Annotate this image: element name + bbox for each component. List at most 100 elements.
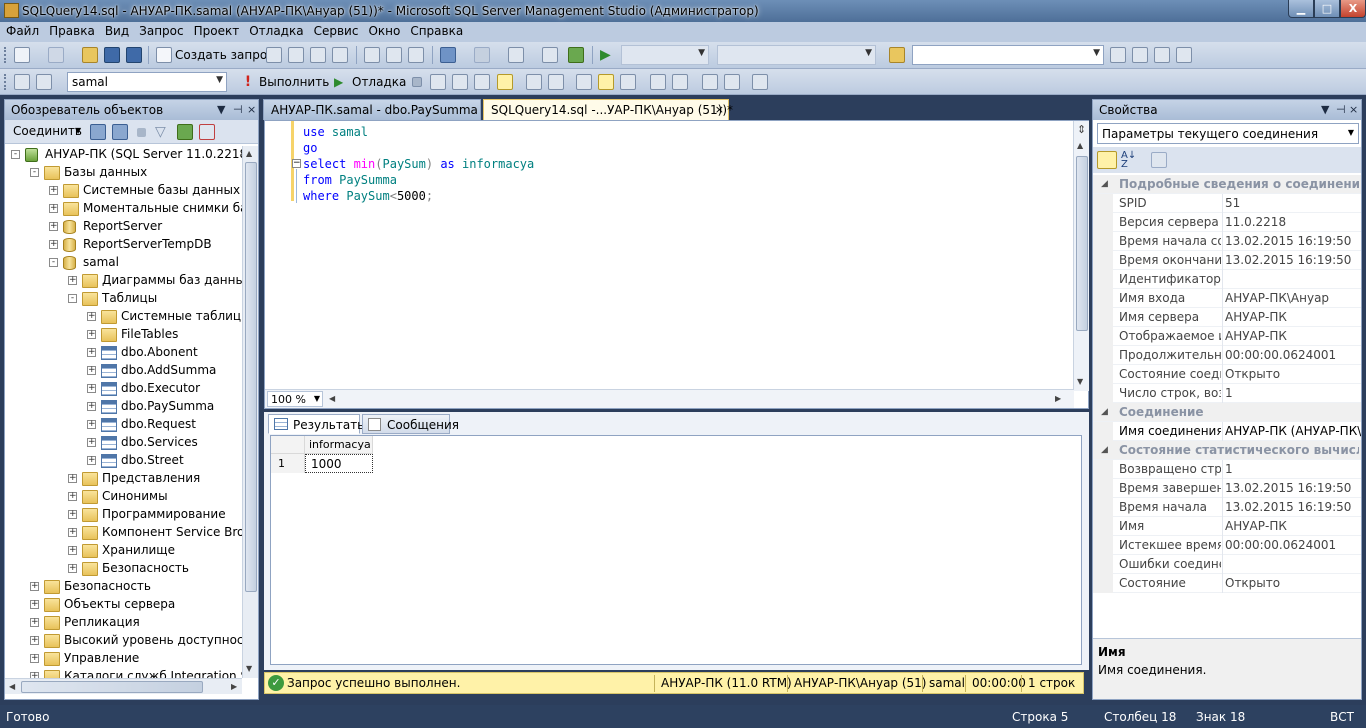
property-row[interactable]: Состояние соединения Открыто <box>1093 365 1361 384</box>
tree-node[interactable]: + Безопасность <box>5 578 243 596</box>
tree-node[interactable]: + Системные базы данных <box>5 182 243 200</box>
new-query-icon[interactable] <box>156 47 172 63</box>
property-row[interactable]: Отображаемое имя АНУАР-ПК <box>1093 327 1361 346</box>
alphabetical-icon[interactable]: A↓ Z <box>1121 151 1139 170</box>
code-line[interactable]: use samal <box>303 125 368 139</box>
menu-edit[interactable]: Правка <box>43 22 99 38</box>
connect-dropdown[interactable]: Соединить <box>13 124 82 138</box>
tree-node[interactable]: + dbo.Street <box>5 452 243 470</box>
find-combo[interactable]: ▼ <box>912 45 1104 65</box>
comment-icon[interactable] <box>650 74 666 90</box>
expand-icon[interactable]: + <box>49 222 58 231</box>
tree-node[interactable]: + Репликация <box>5 614 243 632</box>
save-icon[interactable] <box>104 47 120 63</box>
tree-node[interactable]: + dbo.Abonent <box>5 344 243 362</box>
tree-vertical-scrollbar[interactable]: ▲ ▼ <box>242 146 258 678</box>
expand-icon[interactable]: + <box>87 366 96 375</box>
tree-node[interactable]: - Базы данных <box>5 164 243 182</box>
maximize-button[interactable]: □ <box>1314 0 1340 18</box>
tree-node[interactable]: + Программирование <box>5 506 243 524</box>
report-icon[interactable] <box>568 47 584 63</box>
close-button[interactable]: X <box>1340 0 1366 18</box>
property-row[interactable]: Имя входа АНУАР-ПК\Ануар <box>1093 289 1361 308</box>
client-stats-icon[interactable] <box>548 74 564 90</box>
tree-node[interactable]: + dbo.AddSumma <box>5 362 243 380</box>
categorized-icon[interactable] <box>1097 151 1117 169</box>
collapse-icon[interactable]: - <box>11 150 20 159</box>
property-category[interactable]: ◢ Состояние статистического вычисления <box>1093 441 1361 460</box>
expand-icon[interactable]: + <box>87 438 96 447</box>
property-row[interactable]: Продолжительность 00:00:00.0624001 <box>1093 346 1361 365</box>
tree-scroll-thumb[interactable] <box>245 162 257 592</box>
undo-icon[interactable] <box>440 47 456 63</box>
minimize-button[interactable]: ▁ <box>1288 0 1314 18</box>
query-editor[interactable]: − use samal go select min(PaySum) as infor… <box>264 120 1089 409</box>
cancel-query-icon[interactable] <box>412 77 422 87</box>
menu-tools[interactable]: Сервис <box>308 22 363 38</box>
expand-icon[interactable]: + <box>68 276 77 285</box>
property-row[interactable]: Время окончания 13.02.2015 16:19:50 <box>1093 251 1361 270</box>
tree-node[interactable]: + dbo.Request <box>5 416 243 434</box>
tree-hscroll-thumb[interactable] <box>21 681 203 693</box>
menu-file[interactable]: Файл <box>0 22 43 38</box>
property-row[interactable]: Ошибки соединения <box>1093 555 1361 574</box>
save-all-icon[interactable] <box>126 47 142 63</box>
property-row[interactable]: Время начала соединения 13.02.2015 16:19:… <box>1093 232 1361 251</box>
code-line[interactable]: from PaySumma <box>303 173 397 187</box>
panel-dropdown-icon[interactable]: ▼ <box>217 103 225 116</box>
registered-servers-icon[interactable] <box>1110 47 1126 63</box>
property-row[interactable]: Состояние Открыто <box>1093 574 1361 593</box>
connect-object-explorer-icon[interactable] <box>90 124 106 140</box>
editor-scroll-thumb[interactable] <box>1076 156 1088 331</box>
property-category[interactable]: ◢ Соединение <box>1093 403 1361 422</box>
toolbar-grip[interactable] <box>4 74 7 90</box>
row-number[interactable]: 1 <box>271 454 305 473</box>
results-grid[interactable]: informacya 1 1000 <box>270 435 1082 665</box>
expand-icon[interactable]: + <box>68 528 77 537</box>
redo-icon[interactable] <box>474 47 490 63</box>
property-row[interactable]: Истекшее время 00:00:00.0624001 <box>1093 536 1361 555</box>
solution-config-select[interactable]: ▼ <box>621 45 709 65</box>
refresh-icon[interactable] <box>177 124 193 140</box>
tree-node[interactable]: + Управление <box>5 650 243 668</box>
collapse-category-icon[interactable]: ◢ <box>1101 407 1108 417</box>
tab-messages[interactable]: Сообщения <box>362 414 459 434</box>
property-category[interactable]: ◢ Подробные сведения о соединении <box>1093 175 1361 194</box>
property-row[interactable]: Время завершения 13.02.2015 16:19:50 <box>1093 479 1361 498</box>
tree-node[interactable]: + Хранилище <box>5 542 243 560</box>
new-project-icon[interactable] <box>14 47 30 63</box>
connect-icon[interactable] <box>14 74 30 90</box>
debug-icon[interactable]: ▶ <box>334 74 350 90</box>
property-row[interactable]: Версия сервера 11.0.2218 <box>1093 213 1361 232</box>
menu-view[interactable]: Вид <box>99 22 133 38</box>
tree-node[interactable]: - samal <box>5 254 243 272</box>
available-databases-select[interactable]: samal ▼ <box>67 72 227 92</box>
navigate-forward-icon[interactable] <box>542 47 558 63</box>
collapse-icon[interactable]: - <box>68 294 77 303</box>
solution-platform-select[interactable]: ▼ <box>717 45 876 65</box>
tree-node[interactable]: - АНУАР-ПК (SQL Server 11.0.2218 - АНУ <box>5 146 243 164</box>
split-icon[interactable]: ⇕ <box>1077 123 1086 136</box>
toolbar-grip[interactable] <box>4 47 7 63</box>
new-query-button[interactable]: Создать запрос <box>175 48 274 62</box>
object-explorer-icon[interactable] <box>1132 47 1148 63</box>
tab-table-design[interactable]: АНУАР-ПК.samal - dbo.PaySumma <box>263 99 481 120</box>
tree-node[interactable]: + dbo.Executor <box>5 380 243 398</box>
uncomment-icon[interactable] <box>672 74 688 90</box>
close-panel-icon[interactable]: × <box>247 103 256 116</box>
disconnect-icon[interactable] <box>112 124 128 140</box>
property-row[interactable]: Время начала 13.02.2015 16:19:50 <box>1093 498 1361 517</box>
column-header[interactable]: informacya <box>305 436 373 454</box>
paste-icon[interactable] <box>408 47 424 63</box>
code-line[interactable]: go <box>303 141 317 155</box>
toolbox-icon[interactable] <box>1176 47 1192 63</box>
debug-button[interactable]: Отладка <box>352 75 406 89</box>
results-to-text-icon[interactable] <box>576 74 592 90</box>
tree-node[interactable]: + Безопасность <box>5 560 243 578</box>
stop-icon[interactable] <box>137 128 146 137</box>
collapse-icon[interactable]: - <box>30 168 39 177</box>
tree-horizontal-scrollbar[interactable]: ◀ ▶ <box>5 678 242 694</box>
expand-icon[interactable]: + <box>30 600 39 609</box>
navigate-back-icon[interactable] <box>508 47 524 63</box>
pin-icon[interactable]: ⊣ <box>233 103 243 116</box>
